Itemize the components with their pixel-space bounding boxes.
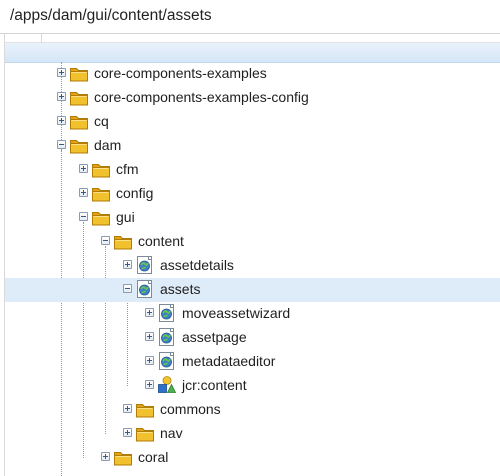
expand-icon[interactable] [79,188,88,197]
component-node-icon [157,351,177,371]
tree-node-label: core-components-examples [94,65,267,81]
expand-icon[interactable] [57,68,66,77]
collapse-icon[interactable] [123,284,132,293]
folder-icon [91,159,111,179]
folder-icon [69,111,89,131]
component-node-icon [157,327,177,347]
tree-node-core-components-examples[interactable]: core-components-examples [5,62,500,86]
tree-node-label: commons [160,401,221,417]
tree-node-label: content [138,233,184,249]
tree-node-coral[interactable]: coral [5,446,500,470]
tree-node-label: assetpage [182,329,247,345]
tree-node-cq[interactable]: cq [5,110,500,134]
folder-icon [69,63,89,83]
tree-node-assetdetails[interactable]: assetdetails [5,254,500,278]
folder-icon [69,87,89,107]
tree-node-jcr-content[interactable]: jcr:content [5,374,500,398]
tree-node-assets[interactable]: assets [5,278,500,302]
expand-icon[interactable] [101,452,110,461]
expand-icon[interactable] [123,404,132,413]
tree-node-label: moveassetwizard [182,305,291,321]
tree-node-dam[interactable]: dam [5,134,500,158]
tree-node-label: core-components-examples-config [94,89,309,105]
path-text: /apps/dam/gui/content/assets [10,7,212,24]
expand-icon[interactable] [145,380,154,389]
collapse-icon[interactable] [101,236,110,245]
folder-icon [113,447,133,467]
tree-node-label: cfm [116,161,139,177]
tree-node-content[interactable]: content [5,230,500,254]
tree-node-label: config [116,185,154,201]
folder-icon [113,231,133,251]
tree-node-label: coral [138,449,169,465]
collapse-icon[interactable] [79,212,88,221]
expand-icon[interactable] [145,308,154,317]
tree-node-core-components-examples-config[interactable]: core-components-examples-config [5,86,500,110]
tree-node-label: assets [160,281,201,297]
tree-node-cfm[interactable]: cfm [5,158,500,182]
expand-icon[interactable] [123,428,132,437]
component-node-icon [135,255,155,275]
tree-node-assetpage[interactable]: assetpage [5,326,500,350]
expand-icon[interactable] [57,92,66,101]
tree-node-metadataeditor[interactable]: metadataeditor [5,350,500,374]
expand-icon[interactable] [145,332,154,341]
tree-node-label: jcr:content [182,377,247,393]
repository-tree[interactable]: core-components-examples core-components-… [4,34,500,476]
collapse-icon[interactable] [57,140,66,149]
tree-node-commons[interactable]: commons [5,398,500,422]
folder-icon [91,183,111,203]
jcr-content-node-icon [157,375,177,395]
path-bar[interactable]: /apps/dam/gui/content/assets [0,0,500,34]
component-node-icon [135,279,155,299]
tree-node-label: nav [160,425,183,441]
expand-icon[interactable] [79,164,88,173]
expand-icon[interactable] [145,356,154,365]
tree-node-label: gui [116,209,135,225]
expand-icon[interactable] [57,116,66,125]
folder-icon [135,423,155,443]
component-node-icon [157,303,177,323]
folder-icon [135,399,155,419]
folder-icon [69,135,89,155]
expand-icon[interactable] [123,260,132,269]
tree-node-config[interactable]: config [5,182,500,206]
tree-node-label: dam [94,137,122,153]
tree-node-label: metadataeditor [182,353,276,369]
tree-node-nav[interactable]: nav [5,422,500,446]
tree-node-gui[interactable]: gui [5,206,500,230]
tree-node-moveassetwizard[interactable]: moveassetwizard [5,302,500,326]
tree-node-label: cq [94,113,109,129]
tree-header-top [5,34,500,43]
folder-icon [91,207,111,227]
tree-node-label: assetdetails [160,257,234,273]
tree-header [5,43,500,63]
